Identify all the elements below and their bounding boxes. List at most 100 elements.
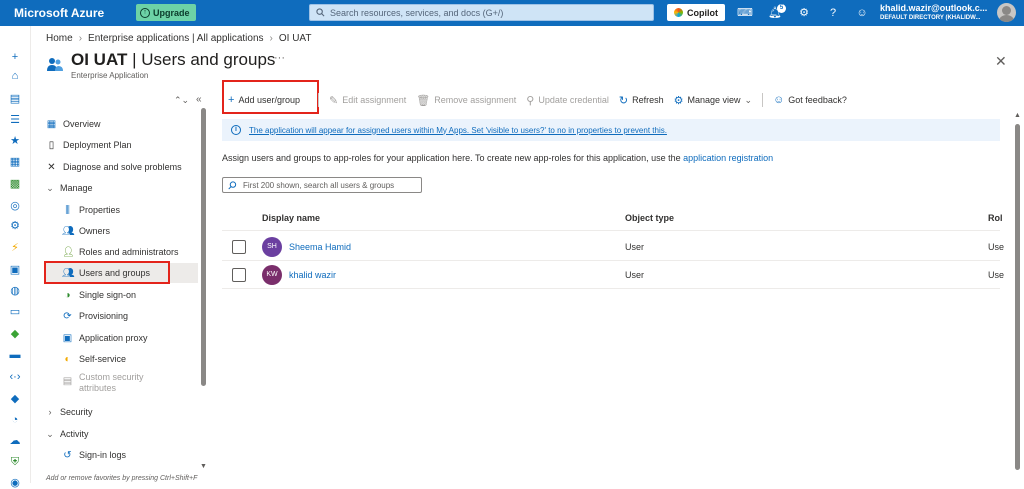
- main-scrollbar[interactable]: [1015, 124, 1020, 470]
- column-header-object-type[interactable]: Object type: [625, 213, 674, 223]
- azure-brand-link[interactable]: Microsoft Azure: [14, 6, 104, 20]
- search-icon: [228, 180, 237, 189]
- settings-gear-icon[interactable]: ⚙: [796, 5, 812, 21]
- upgrade-button[interactable]: ↑ Upgrade: [136, 4, 196, 21]
- nav-activity-label: Activity: [60, 429, 89, 439]
- chevron-down-icon: ⌄: [46, 182, 54, 193]
- global-search-input[interactable]: Search resources, services, and docs (G+…: [309, 4, 654, 21]
- load-balancer-icon[interactable]: ◆: [8, 328, 22, 340]
- remove-assignment-button[interactable]: 🗑︎ Remove assignment: [416, 94, 516, 107]
- row-checkbox[interactable]: [232, 268, 246, 282]
- update-credential-label: Update credential: [538, 95, 609, 105]
- nav-owners[interactable]: 👥︎ Owners: [62, 221, 110, 241]
- nav-provisioning[interactable]: ⟳ Provisioning: [62, 306, 128, 326]
- favorites-star-icon[interactable]: ★: [8, 135, 22, 147]
- help-question-icon[interactable]: ?: [825, 5, 841, 21]
- refresh-button[interactable]: ↻ Refresh: [619, 94, 664, 107]
- create-resource-icon[interactable]: +: [8, 51, 22, 63]
- got-feedback-button[interactable]: ☺ Got feedback?: [773, 94, 847, 106]
- breadcrumb-home[interactable]: Home: [46, 33, 73, 44]
- app-proxy-icon: ▣: [62, 332, 73, 344]
- nav-custom-security-line2: attributes: [79, 383, 117, 393]
- custom-security-icon: ▤: [62, 376, 73, 387]
- all-resources-icon[interactable]: ▦: [8, 156, 22, 168]
- user-name-link[interactable]: Sheema Hamid: [289, 242, 351, 252]
- account-avatar[interactable]: [997, 3, 1016, 22]
- advisor-icon[interactable]: ☁: [8, 435, 22, 447]
- all-services-icon[interactable]: ☰: [8, 114, 22, 126]
- nav-group-security[interactable]: › Security: [46, 402, 93, 422]
- nav-deployment-plan[interactable]: ▯ Deployment Plan: [46, 135, 132, 155]
- cost-management-icon[interactable]: ◉: [8, 477, 22, 489]
- cloud-shell-icon[interactable]: ⌨: [737, 5, 753, 21]
- collapse-menu-icon[interactable]: «: [196, 94, 202, 105]
- nav-group-manage[interactable]: ⌄ Manage: [46, 178, 92, 198]
- nav-scroll-down-icon[interactable]: ▼: [200, 463, 207, 470]
- search-users-placeholder: First 200 shown, search all users & grou…: [243, 180, 395, 190]
- notification-count-badge: 5: [777, 4, 786, 13]
- copilot-button[interactable]: Copilot: [667, 4, 725, 21]
- portal-sidebar-rail: + ⌂ ▤ ☰ ★ ▦ ▩ ◎ ⚙ ⚡ ▣ ◍ ▭ ◆ ▬ ‹·› ◆ ◔ ☁ …: [0, 26, 31, 489]
- table-row[interactable]: SH Sheema Hamid User Use: [222, 233, 1004, 261]
- nav-scrollbar[interactable]: [201, 108, 206, 386]
- update-credential-button[interactable]: ⚲ Update credential: [526, 94, 609, 107]
- row-checkbox[interactable]: [232, 240, 246, 254]
- nav-self-service[interactable]: ◐ Self-service: [62, 349, 126, 369]
- nav-custom-security-line1: Custom security: [79, 372, 144, 382]
- roles-person-icon: 👤︎: [62, 246, 75, 258]
- cosmos-db-icon[interactable]: ◍: [8, 285, 22, 297]
- table-row[interactable]: KW khalid wazir User Use: [222, 261, 1004, 289]
- virtual-network-icon[interactable]: ‹·›: [8, 371, 22, 383]
- copilot-label: Copilot: [687, 7, 718, 18]
- feedback-person-icon[interactable]: ☺: [854, 5, 870, 21]
- more-options-icon[interactable]: ···: [274, 52, 285, 64]
- storage-account-icon[interactable]: ▬: [8, 349, 22, 361]
- user-name-link[interactable]: khalid wazir: [289, 270, 336, 280]
- account-email[interactable]: khalid.wazir@outlook.c...: [880, 3, 987, 13]
- nav-properties[interactable]: ⫼ Properties: [62, 200, 120, 220]
- info-banner-link[interactable]: The application will appear for assigned…: [249, 126, 667, 135]
- app-services-icon[interactable]: ◎: [8, 200, 22, 212]
- users-groups-title-icon: [47, 58, 63, 71]
- app-registration-link[interactable]: application registration: [683, 153, 773, 163]
- nav-roles-admins[interactable]: 👤︎ Roles and administrators: [62, 242, 179, 262]
- nav-signin-logs[interactable]: ↺ Sign-in logs: [62, 445, 126, 465]
- info-banner: i The application will appear for assign…: [222, 119, 1000, 141]
- gear-icon: ⚙: [673, 94, 684, 107]
- nav-overview[interactable]: ▦ Overview: [46, 114, 101, 134]
- nav-diagnose[interactable]: ✕ Diagnose and solve problems: [46, 157, 181, 177]
- manage-view-label: Manage view: [687, 95, 741, 105]
- nav-app-proxy[interactable]: ▣ Application proxy: [62, 328, 148, 348]
- dashboard-icon[interactable]: ▤: [8, 93, 22, 105]
- home-icon[interactable]: ⌂: [8, 70, 22, 82]
- entra-id-icon[interactable]: ◆: [8, 393, 22, 405]
- lightning-icon[interactable]: ⚡: [8, 242, 22, 254]
- defender-shield-icon[interactable]: ⛨: [8, 456, 22, 468]
- add-user-group-button[interactable]: + Add user/group: [228, 94, 300, 106]
- main-scroll-up-icon[interactable]: ▲: [1014, 112, 1021, 119]
- virtual-machine-icon[interactable]: ▭: [8, 306, 22, 318]
- breadcrumb-enterprise-apps[interactable]: Enterprise applications | All applicatio…: [88, 33, 263, 44]
- manage-view-button[interactable]: ⚙ Manage view ⌄: [674, 94, 752, 107]
- upgrade-label: Upgrade: [153, 7, 190, 18]
- page-title: OI UAT | Users and groups: [71, 50, 275, 70]
- edit-assignment-button[interactable]: ✎ Edit assignment: [329, 94, 406, 107]
- account-directory[interactable]: DEFAULT DIRECTORY (KHALIDW...: [880, 15, 980, 21]
- search-icon: [316, 8, 325, 17]
- sql-database-icon[interactable]: ▣: [8, 264, 22, 276]
- object-type-cell: User: [625, 242, 645, 252]
- upgrade-icon: ↑: [140, 7, 150, 18]
- nav-sso[interactable]: ◑ Single sign-on: [62, 285, 136, 305]
- nav-sso-label: Single sign-on: [79, 290, 137, 300]
- column-header-role[interactable]: Rol: [988, 213, 1003, 223]
- search-users-groups-input[interactable]: First 200 shown, search all users & grou…: [222, 177, 422, 193]
- column-header-display-name[interactable]: Display name: [262, 213, 320, 223]
- nav-group-activity[interactable]: ⌄ Activity: [46, 424, 89, 444]
- book-icon: ▯: [48, 139, 55, 151]
- function-app-icon[interactable]: ⚙: [8, 220, 22, 232]
- close-blade-icon[interactable]: ✕: [995, 53, 1007, 70]
- monitor-icon[interactable]: ◔: [8, 414, 22, 426]
- breadcrumb-current[interactable]: OI UAT: [279, 33, 312, 44]
- menu-sort-icon[interactable]: ⌃⌄: [174, 95, 189, 106]
- resource-groups-icon[interactable]: ▩: [8, 178, 22, 190]
